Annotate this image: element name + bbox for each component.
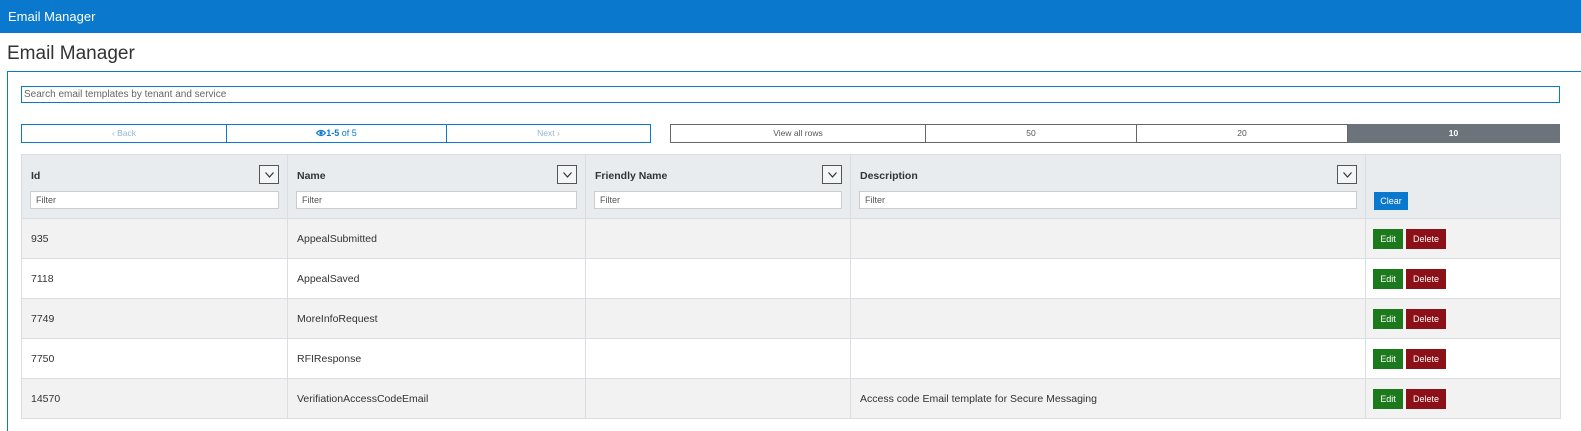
- cell-description: Access code Email template for Secure Me…: [850, 378, 1366, 419]
- page-title: Email Manager: [7, 43, 135, 64]
- chevron-down-icon: [265, 172, 274, 178]
- column-menu-button-friendly-name[interactable]: [822, 165, 842, 184]
- cell-id: 7749: [21, 298, 288, 339]
- page-size-all[interactable]: View all rows: [670, 124, 926, 143]
- column-menu-button-id[interactable]: [259, 165, 279, 184]
- column-header-name: Name: [287, 154, 586, 219]
- app-header-bar: Email Manager: [0, 0, 1581, 33]
- cell-id: 7750: [21, 338, 288, 379]
- cell-friendly-name: [585, 218, 851, 259]
- pager: ‹ Back 1-5 of 5 Next ›: [21, 124, 651, 143]
- email-templates-table: Id Name Friendly Name: [21, 154, 1561, 419]
- chevron-down-icon: [563, 172, 572, 178]
- cell-description: [850, 298, 1366, 339]
- cell-id: 7118: [21, 258, 288, 299]
- cell-friendly-name: [585, 338, 851, 379]
- cell-name: AppealSubmitted: [287, 218, 586, 259]
- edit-button[interactable]: Edit: [1373, 268, 1403, 289]
- column-menu-button-description[interactable]: [1337, 165, 1357, 184]
- cell-description: [850, 258, 1366, 299]
- cell-description: [850, 218, 1366, 259]
- cell-friendly-name: [585, 378, 851, 419]
- table-row: 935 AppealSubmitted Edit Delete: [21, 218, 1561, 259]
- chevron-right-icon: ›: [554, 128, 560, 138]
- edit-button[interactable]: Edit: [1373, 348, 1403, 369]
- table-header-row: Id Name Friendly Name: [21, 154, 1561, 219]
- chevron-down-icon: [1343, 172, 1352, 178]
- app-title: Email Manager: [8, 9, 96, 24]
- cell-actions: Edit Delete: [1365, 378, 1561, 419]
- table-row: 7749 MoreInfoRequest Edit Delete: [21, 298, 1561, 339]
- page-range-indicator: 1-5 of 5: [226, 125, 446, 142]
- cell-actions: Edit Delete: [1365, 298, 1561, 339]
- table-row: 7750 RFIResponse Edit Delete: [21, 338, 1561, 379]
- filter-input-name[interactable]: [296, 191, 577, 209]
- cell-description: [850, 338, 1366, 379]
- cell-actions: Edit Delete: [1365, 258, 1561, 299]
- clear-filters-button[interactable]: Clear: [1374, 192, 1408, 210]
- cell-name: MoreInfoRequest: [287, 298, 586, 339]
- eye-icon: [316, 129, 327, 137]
- delete-button[interactable]: Delete: [1406, 268, 1446, 289]
- delete-button[interactable]: Delete: [1406, 348, 1446, 369]
- column-header-actions: Clear: [1365, 154, 1561, 219]
- column-menu-button-name[interactable]: [557, 165, 577, 184]
- page-size-selector: View all rows 50 20 10: [670, 124, 1560, 143]
- cell-friendly-name: [585, 258, 851, 299]
- cell-actions: Edit Delete: [1365, 338, 1561, 379]
- cell-friendly-name: [585, 298, 851, 339]
- edit-button[interactable]: Edit: [1373, 388, 1403, 409]
- filter-input-description[interactable]: [859, 191, 1357, 209]
- page-size-50[interactable]: 50: [926, 124, 1137, 143]
- cell-actions: Edit Delete: [1365, 218, 1561, 259]
- page-size-10[interactable]: 10: [1348, 124, 1560, 143]
- table-row: 14570 VerifiationAccessCodeEmail Access …: [21, 378, 1561, 419]
- delete-button[interactable]: Delete: [1406, 308, 1446, 329]
- column-header-friendly-name: Friendly Name: [585, 154, 851, 219]
- search-input[interactable]: [21, 86, 1560, 103]
- cell-name: AppealSaved: [287, 258, 586, 299]
- filter-input-id[interactable]: [30, 191, 279, 209]
- cell-id: 935: [21, 218, 288, 259]
- next-button[interactable]: Next ›: [446, 125, 650, 142]
- delete-button[interactable]: Delete: [1406, 388, 1446, 409]
- filter-input-friendly-name[interactable]: [594, 191, 842, 209]
- column-header-description: Description: [850, 154, 1366, 219]
- cell-name: VerifiationAccessCodeEmail: [287, 378, 586, 419]
- back-button[interactable]: ‹ Back: [22, 125, 226, 142]
- table-row: 7118 AppealSaved Edit Delete: [21, 258, 1561, 299]
- cell-name: RFIResponse: [287, 338, 586, 379]
- edit-button[interactable]: Edit: [1373, 228, 1403, 249]
- cell-id: 14570: [21, 378, 288, 419]
- column-header-id: Id: [21, 154, 288, 219]
- edit-button[interactable]: Edit: [1373, 308, 1403, 329]
- page-size-20[interactable]: 20: [1137, 124, 1348, 143]
- delete-button[interactable]: Delete: [1406, 228, 1446, 249]
- chevron-down-icon: [828, 172, 837, 178]
